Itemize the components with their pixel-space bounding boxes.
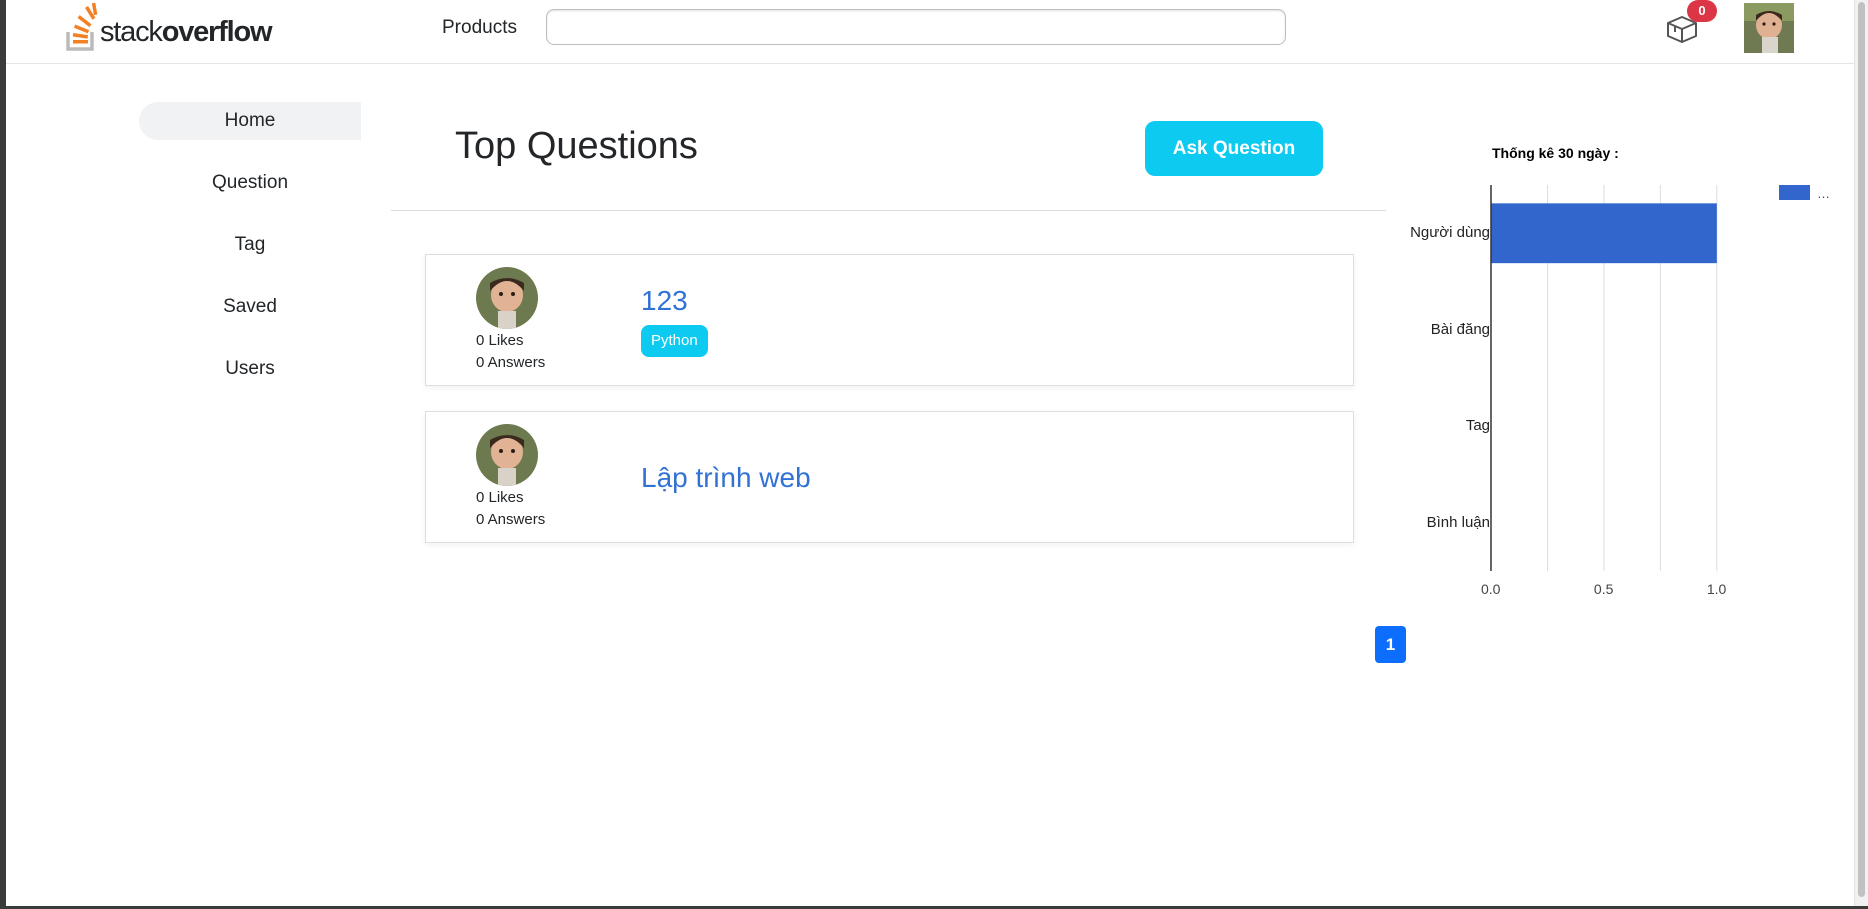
window-frame-left bbox=[0, 0, 6, 909]
question-tag[interactable]: Python bbox=[641, 325, 708, 357]
scrollbar-thumb[interactable] bbox=[1858, 2, 1865, 897]
products-link[interactable]: Products bbox=[442, 17, 517, 39]
user-avatar[interactable] bbox=[1744, 3, 1794, 53]
sidebar-item-label: Saved bbox=[223, 296, 277, 317]
stackoverflow-logo[interactable]: stackoverflow bbox=[66, 2, 273, 54]
stackoverflow-logo-icon bbox=[66, 2, 98, 51]
scrollbar[interactable] bbox=[1854, 0, 1868, 909]
author-avatar[interactable] bbox=[476, 267, 538, 329]
logo-wordmark: stackoverflow bbox=[100, 16, 273, 48]
inbox-count-badge: 0 bbox=[1687, 0, 1717, 22]
author-avatar-photo bbox=[476, 267, 538, 329]
question-title-link[interactable]: 123 bbox=[641, 285, 688, 317]
sidebar-item-question[interactable]: Question bbox=[139, 164, 361, 226]
author-avatar[interactable] bbox=[476, 424, 538, 486]
chart-plot: … bbox=[1490, 185, 1830, 571]
sidebar-item-users[interactable]: Users bbox=[139, 350, 361, 412]
chart-legend-text: … bbox=[1817, 186, 1830, 201]
user-avatar-photo bbox=[1744, 3, 1794, 53]
likes-count: 0 Likes bbox=[476, 489, 524, 506]
question-title-link[interactable]: Lập trình web bbox=[641, 462, 811, 494]
stats-chart: Thống kê 30 ngày : Người dùng Bài đăng Tag… bbox=[1402, 140, 1842, 600]
sidebar-nav: Home Question Tag Saved Users bbox=[139, 102, 361, 412]
answers-count: 0 Answers bbox=[476, 511, 546, 528]
sidebar-item-label: Users bbox=[225, 358, 275, 379]
question-card: 0 Likes 0 Answers 123 Python bbox=[425, 254, 1354, 386]
author-avatar-photo bbox=[476, 424, 538, 486]
sidebar-item-label: Question bbox=[211, 172, 289, 193]
page-title: Top Questions bbox=[455, 125, 698, 167]
top-bar: stackoverflow Products 0 bbox=[6, 0, 1854, 64]
pagination-page-1[interactable]: 1 bbox=[1375, 626, 1406, 663]
header-divider bbox=[391, 210, 1386, 211]
question-card: 0 Likes 0 Answers Lập trình web bbox=[425, 411, 1354, 543]
sidebar-item-home[interactable]: Home bbox=[139, 102, 361, 164]
sidebar-item-tag[interactable]: Tag bbox=[139, 226, 361, 288]
answers-count: 0 Answers bbox=[476, 354, 546, 371]
sidebar-item-label: Tag bbox=[234, 234, 266, 255]
chart-legend-swatch bbox=[1779, 185, 1810, 200]
likes-count: 0 Likes bbox=[476, 332, 524, 349]
chart-bar[interactable] bbox=[1491, 203, 1717, 264]
search-input[interactable] bbox=[546, 9, 1286, 45]
ask-question-button[interactable]: Ask Question bbox=[1145, 121, 1323, 176]
sidebar-item-label: Home bbox=[139, 102, 361, 140]
sidebar-item-saved[interactable]: Saved bbox=[139, 288, 361, 350]
